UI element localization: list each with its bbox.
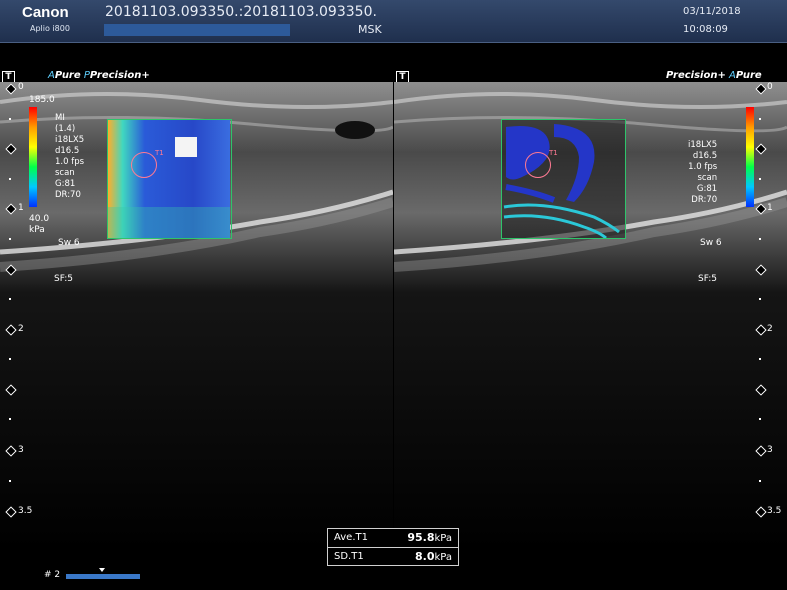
left-params: MI (1.4) i18LX5 d16.5 1.0 fps scan G:81 … [55, 113, 84, 201]
param-mi-value: (1.4) [55, 124, 76, 134]
param-dr: DR:70 [55, 190, 81, 200]
left-pure-precision: APure PPrecision+ [48, 70, 150, 81]
time-label: 10:08:09 [683, 24, 728, 35]
depth-tick [759, 418, 761, 420]
param-scan: scan [697, 173, 718, 183]
elasticity-color-bar [29, 107, 37, 207]
depth-tick [9, 298, 11, 300]
depth-tick [759, 480, 761, 482]
depth-tick [9, 418, 11, 420]
scale-max: 185.0 [29, 95, 55, 105]
sd-value: 8.0kPa [415, 550, 452, 563]
ave-number: 95.8 [407, 531, 435, 544]
depth-label-0: 0 [18, 82, 24, 92]
left-roi-label: T1 [155, 149, 164, 157]
depth-tick [759, 238, 761, 240]
param-gain: G:81 [55, 179, 76, 189]
patient-info-bar [104, 24, 290, 36]
param-depth: d16.5 [692, 151, 718, 161]
scale-unit: kPa [29, 225, 45, 235]
depth-tick [759, 358, 761, 360]
plus-sign: + [717, 70, 726, 81]
brand-logo: Canon [22, 4, 69, 21]
cine-frame-bar[interactable] [66, 574, 140, 579]
depth-label-2: 2 [767, 324, 773, 334]
frame-cursor-icon[interactable] [99, 568, 105, 572]
right-params: i18LX5 d16.5 1.0 fps scan G:81 DR:70 [688, 140, 717, 206]
precision-label: Precision [666, 70, 718, 81]
measurement-row-ave: Ave.T1 95.8kPa [328, 529, 458, 548]
measurement-box: Ave.T1 95.8kPa SD.T1 8.0kPa [327, 528, 459, 566]
ave-unit: kPa [434, 533, 453, 544]
model-label: Aplio i800 [30, 24, 70, 33]
ave-value: 95.8kPa [407, 531, 452, 544]
header-bar: Canon Aplio i800 20181103.093350.:201811… [0, 0, 787, 43]
pure-label: Pure [735, 70, 762, 81]
sd-label: SD.T1 [334, 551, 364, 562]
measurement-row-sd: SD.T1 8.0kPa [328, 548, 458, 566]
depth-tick [759, 298, 761, 300]
preset-label: MSK [358, 23, 382, 36]
scale-min: 40.0 [29, 214, 50, 224]
right-pure-precision: Precision+ APure [666, 70, 762, 81]
precision-label: Precision [89, 70, 142, 81]
elasticity-color-bar [746, 107, 754, 207]
param-scan: scan [55, 168, 75, 178]
param-mi: MI [55, 113, 65, 123]
depth-label-3-5: 3.5 [767, 506, 782, 516]
right-roi-box[interactable] [501, 119, 626, 239]
ultrasound-screen: { "header": { "brand": "Canon", "model":… [0, 0, 787, 590]
left-roi-box[interactable] [107, 119, 232, 239]
param-dr: DR:70 [691, 195, 718, 205]
sd-number: 8.0 [415, 550, 435, 563]
pure-label: Pure [54, 70, 81, 81]
param-gain: G:81 [696, 184, 718, 194]
param-depth: d16.5 [55, 146, 80, 156]
depth-label-3: 3 [767, 445, 773, 455]
depth-tick [9, 358, 11, 360]
depth-label-3-5: 3.5 [18, 506, 33, 516]
sd-unit: kPa [434, 552, 453, 563]
right-sf: SF:5 [698, 274, 717, 284]
probe-prefix: A [729, 70, 736, 81]
patient-id: 20181103.093350.:20181103.093350. [105, 4, 377, 20]
depth-label-1: 1 [767, 203, 773, 213]
depth-label-2: 2 [18, 324, 24, 334]
depth-tick [759, 178, 761, 180]
depth-tick [759, 118, 761, 120]
depth-label-1: 1 [18, 203, 24, 213]
depth-label-0: 0 [767, 82, 773, 92]
right-roi-label: T1 [549, 149, 558, 157]
right-roi-circle[interactable] [525, 152, 551, 178]
depth-tick [9, 178, 11, 180]
depth-tick [9, 118, 11, 120]
param-probe: i18LX5 [55, 135, 85, 145]
date-label: 03/11/2018 [683, 6, 741, 17]
param-fps: 1.0 fps [55, 157, 85, 167]
left-sf: SF:5 [54, 274, 73, 284]
plus-sign: + [141, 70, 150, 81]
depth-label-3: 3 [18, 445, 24, 455]
frame-label: # 2 [44, 570, 61, 580]
depth-tick [9, 238, 11, 240]
depth-tick [9, 480, 11, 482]
ave-label: Ave.T1 [334, 532, 368, 543]
probe-prefix: A [48, 70, 55, 81]
param-fps: 1.0 fps [688, 162, 718, 172]
left-sw: Sw 6 [58, 238, 80, 248]
left-roi-circle[interactable] [131, 152, 157, 178]
param-probe: i18LX5 [688, 140, 718, 150]
right-sw: Sw 6 [700, 238, 722, 248]
